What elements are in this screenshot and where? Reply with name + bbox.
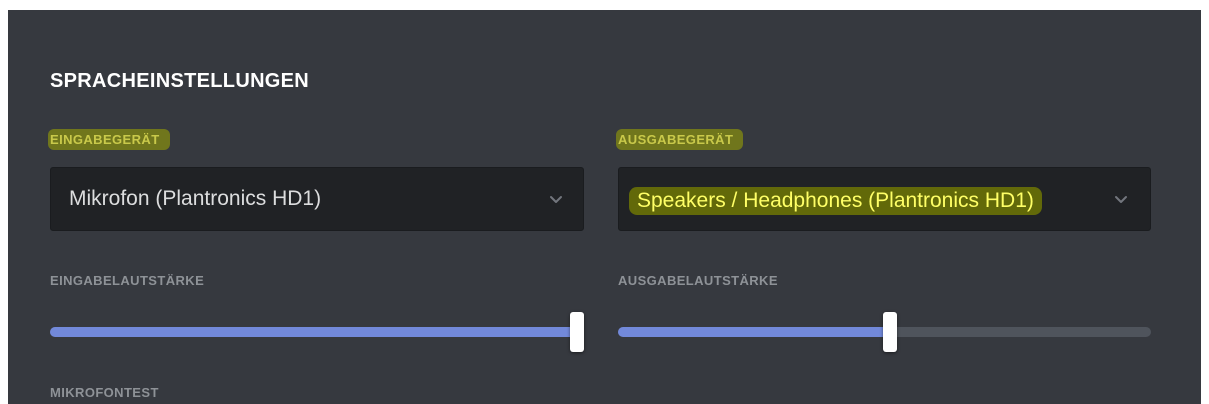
output-volume-label: AUSGABELAUTSTÄRKE [618, 273, 778, 288]
voice-settings-panel: SPRACHEINSTELLUNGEN EINGABEGERÄT Mikrofo… [8, 10, 1201, 404]
input-device-select[interactable]: Mikrofon (Plantronics HD1) [50, 167, 584, 231]
slider-thumb[interactable] [882, 312, 897, 352]
output-device-value: Speakers / Headphones (Plantronics HD1) [629, 187, 1042, 215]
input-device-label: EINGABEGERÄT [48, 129, 170, 150]
output-volume-slider[interactable] [618, 312, 1151, 352]
section-title: SPRACHEINSTELLUNGEN [50, 70, 310, 92]
input-volume-label: EINGABELAUTSTÄRKE [50, 273, 205, 288]
output-device-label: AUSGABEGERÄT [616, 129, 744, 150]
slider-fill [618, 327, 890, 337]
input-volume-slider[interactable] [50, 312, 584, 352]
mic-test-label: MIKROFONTEST [50, 385, 159, 400]
slider-thumb[interactable] [570, 312, 584, 352]
chevron-down-icon[interactable] [549, 192, 563, 206]
slider-fill [50, 327, 577, 337]
input-device-value: Mikrofon (Plantronics HD1) [69, 187, 322, 210]
chevron-down-icon[interactable] [1114, 192, 1128, 206]
output-device-select[interactable]: Speakers / Headphones (Plantronics HD1) [618, 167, 1151, 231]
